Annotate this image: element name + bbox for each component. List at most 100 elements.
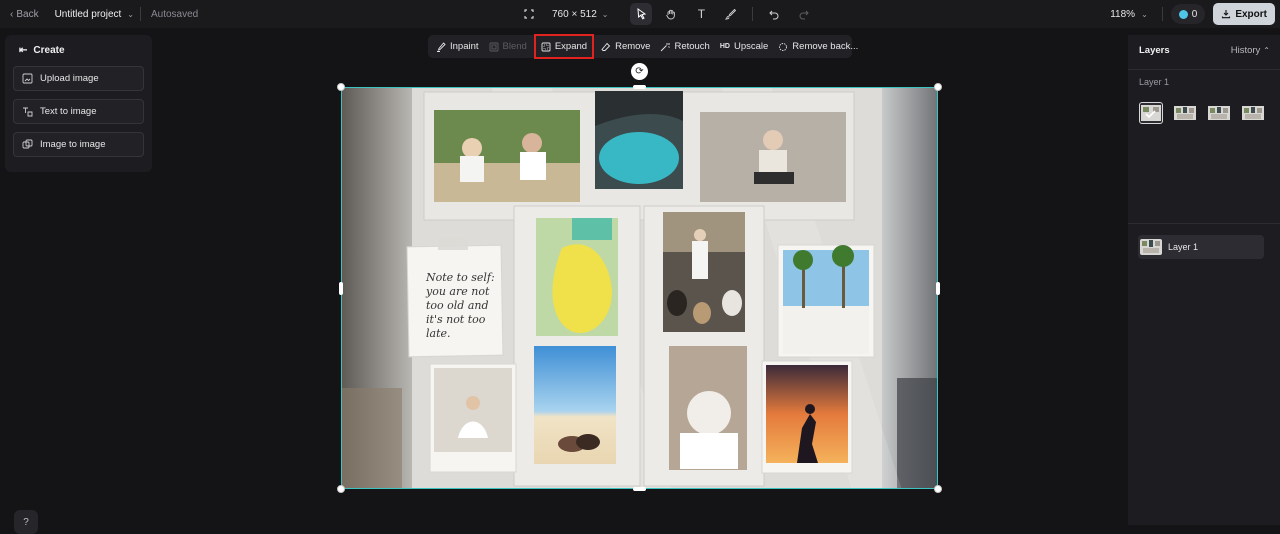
select-tool-icon[interactable] (630, 3, 653, 25)
retouch-button[interactable]: Retouch (656, 37, 713, 56)
layers-tab[interactable]: Layers (1139, 45, 1170, 56)
variation-thumbnail[interactable] (1139, 102, 1163, 124)
divider (1161, 7, 1163, 21)
export-button[interactable]: Export (1213, 3, 1275, 25)
note-line-2: you are not (425, 285, 490, 298)
create-panel: ⇤ Create Upload image Text to image Imag… (5, 35, 152, 172)
blend-label: Blend (502, 41, 527, 52)
thumbnail-image (1174, 106, 1196, 120)
help-icon: ? (23, 516, 29, 528)
create-panel-title: Create (33, 45, 65, 56)
layer-item[interactable]: Layer 1 (1138, 235, 1264, 259)
remove-label: Remove (615, 41, 651, 52)
canvas-size-dropdown[interactable]: 760 × 512 ⌄ (552, 9, 608, 20)
back-button[interactable]: ‹ Back (10, 9, 39, 20)
resize-handle-top-right[interactable] (934, 83, 942, 91)
rotate-icon: ⟳ (635, 66, 644, 77)
image-to-image-icon (22, 139, 33, 149)
variation-thumbnail[interactable] (1241, 102, 1265, 124)
brush-tool-icon[interactable] (720, 3, 742, 25)
hand-tool-icon[interactable] (660, 3, 682, 25)
upscale-button[interactable]: HD Upscale (716, 37, 772, 56)
arrow-left-icon: ⇤ (19, 45, 28, 56)
variation-thumbnails (1139, 102, 1265, 124)
resize-handle-top[interactable] (633, 85, 646, 89)
note-line-3: too old and (426, 299, 489, 312)
eraser-icon (601, 42, 611, 51)
upload-image-button[interactable]: Upload image (13, 66, 144, 91)
edit-toolbar: Inpaint Blend Expand Remove Retouch HD U… (428, 34, 858, 59)
retouch-label: Retouch (674, 41, 710, 52)
layer-thumbnail (1140, 239, 1162, 255)
expand-button[interactable]: Expand (533, 34, 595, 59)
note-line-5: late. (426, 327, 451, 340)
chevron-up-icon: ⌃ (1263, 46, 1270, 55)
chevron-down-icon: ⌄ (601, 9, 609, 19)
resize-handle-bottom-right[interactable] (934, 485, 942, 493)
chevron-down-icon: ⌄ (127, 9, 134, 19)
thumbnail-image (1242, 106, 1264, 120)
zoom-level: 118% (1110, 8, 1136, 20)
chevron-left-icon: ‹ (10, 8, 14, 20)
project-title: Untitled project (54, 8, 122, 20)
history-label: History (1230, 45, 1261, 56)
autosave-status: Autosaved (150, 8, 199, 20)
resize-handle-bottom-left[interactable] (337, 485, 345, 493)
project-title-dropdown[interactable]: Untitled project ⌄ (49, 7, 141, 21)
note-line-1: Note to self: (425, 271, 495, 284)
help-button[interactable]: ? (14, 510, 38, 534)
text-to-image-button[interactable]: Text to image (13, 99, 144, 124)
remove-background-button[interactable]: Remove back... (774, 37, 862, 56)
credits-count: 0 (1191, 8, 1198, 20)
variation-thumbnail[interactable] (1173, 102, 1197, 124)
text-to-image-icon (23, 107, 33, 117)
magic-wand-icon (661, 42, 671, 51)
top-bar: ‹ Back Untitled project ⌄ Autosaved 760 … (0, 0, 1280, 28)
create-panel-header[interactable]: ⇤ Create (19, 45, 144, 56)
undo-icon[interactable] (763, 3, 785, 25)
export-label: Export (1235, 8, 1267, 20)
note-line-4: it's not too (426, 313, 486, 326)
image-to-image-button[interactable]: Image to image (13, 132, 144, 157)
upscale-label: Upscale (733, 41, 769, 52)
layer-item-label: Layer 1 (1168, 242, 1199, 252)
blend-icon (489, 42, 498, 51)
expand-icon (541, 42, 551, 51)
remove-background-icon (779, 42, 788, 51)
collage-image: Note to self: you are not too old and it… (342, 88, 937, 488)
divider (1128, 69, 1280, 70)
resize-handle-right[interactable] (936, 282, 940, 295)
text-to-image-label: Text to image (40, 106, 97, 117)
expand-label: Expand (554, 41, 588, 52)
rotate-handle[interactable]: ⟳ (631, 63, 648, 80)
divider (1128, 223, 1280, 224)
history-tab[interactable]: History ⌃ (1231, 45, 1270, 56)
variation-thumbnail[interactable] (1207, 102, 1231, 124)
chevron-down-icon: ⌄ (1141, 9, 1148, 19)
redo-icon[interactable] (793, 3, 815, 25)
resize-handle-left[interactable] (339, 282, 343, 295)
thumbnail-image (1141, 105, 1161, 121)
credit-icon (1178, 9, 1188, 19)
resize-handle-top-left[interactable] (337, 83, 345, 91)
remove-button[interactable]: Remove (597, 37, 654, 56)
blend-button[interactable]: Blend (485, 37, 531, 56)
remove-background-label: Remove back... (792, 41, 859, 52)
text-tool-icon[interactable]: T (690, 3, 712, 25)
zoom-dropdown[interactable]: 118% ⌄ (1110, 9, 1148, 20)
divider (752, 7, 754, 21)
layer-section-title: Layer 1 (1139, 77, 1170, 87)
thumbnail-image (1208, 106, 1230, 120)
inpaint-button[interactable]: Inpaint (432, 37, 483, 56)
inpaint-icon (437, 41, 446, 52)
hd-icon: HD (719, 43, 730, 50)
image-to-image-label: Image to image (40, 139, 106, 150)
credits-badge[interactable]: 0 (1170, 4, 1206, 24)
download-icon (1222, 10, 1231, 19)
resize-icon[interactable] (518, 3, 540, 25)
upload-image-icon (22, 73, 33, 84)
resize-handle-bottom[interactable] (633, 487, 646, 491)
upload-image-label: Upload image (40, 73, 99, 84)
canvas-image[interactable]: Note to self: you are not too old and it… (341, 87, 938, 489)
layers-panel: Layers History ⌃ Layer 1 Layer 1 (1128, 35, 1280, 525)
